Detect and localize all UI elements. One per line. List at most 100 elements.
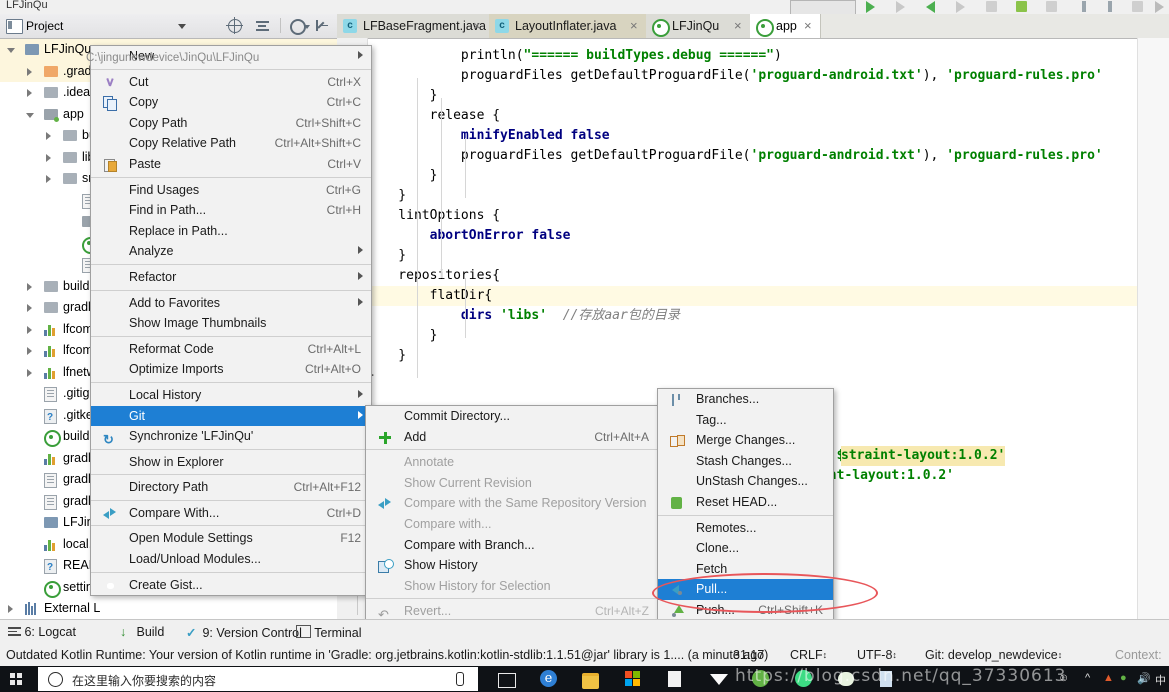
- close-icon[interactable]: ×: [473, 14, 481, 38]
- menu-item-paste[interactable]: Paste Ctrl+V: [91, 154, 371, 175]
- context-widget[interactable]: Context:: [1115, 648, 1162, 662]
- menu-item-optimizeimports[interactable]: Optimize Imports Ctrl+Alt+O: [91, 359, 371, 380]
- menu-item-loadunloadmodules[interactable]: Load/Unload Modules...: [91, 549, 371, 570]
- menu-item-copypath[interactable]: Copy Path Ctrl+Shift+C: [91, 113, 371, 134]
- volume-icon[interactable]: 🔊: [1137, 672, 1151, 685]
- chevron-down-icon[interactable]: [26, 112, 34, 122]
- collapse-all-icon[interactable]: [256, 19, 272, 33]
- menu-item-cut[interactable]: Cut Ctrl+X: [91, 72, 371, 93]
- menu-item-localhistory[interactable]: Local History: [91, 385, 371, 406]
- hide-window-icon[interactable]: [316, 19, 332, 33]
- git-branch-widget[interactable]: Git: develop_newdevice↕: [925, 648, 1062, 662]
- network-icon[interactable]: ●: [1120, 672, 1127, 684]
- menu-item-findinpath[interactable]: Find in Path... Ctrl+H: [91, 200, 371, 221]
- pin-icon[interactable]: [1082, 1, 1096, 13]
- menu-item-comparewiththesamerepositoryversion[interactable]: Compare with the Same Repository Version: [366, 493, 659, 514]
- file-explorer-icon[interactable]: [582, 670, 600, 689]
- close-icon[interactable]: ×: [734, 14, 742, 38]
- menu-item-resethead[interactable]: Reset HEAD...: [658, 492, 833, 513]
- git-submenu[interactable]: Commit Directory... Add Ctrl+Alt+A Annotate…: [365, 405, 660, 649]
- microphone-icon[interactable]: [456, 672, 464, 686]
- search-everywhere-icon[interactable]: [1155, 1, 1169, 13]
- menu-item-showcurrentrevision[interactable]: Show Current Revision: [366, 473, 659, 494]
- menu-item-showimagethumbnails[interactable]: Show Image Thumbnails: [91, 313, 371, 334]
- menu-item-analyze[interactable]: Analyze: [91, 241, 371, 262]
- taskbar-search-box[interactable]: 在这里输入你要搜索的内容: [38, 667, 478, 691]
- chevron-right-icon[interactable]: [27, 368, 32, 377]
- chevron-right-icon[interactable]: [8, 605, 13, 613]
- run-with-coverage-button[interactable]: [926, 1, 940, 13]
- menu-item-findusages[interactable]: Find Usages Ctrl+G: [91, 180, 371, 201]
- stop-button[interactable]: [986, 1, 1000, 13]
- word-icon[interactable]: [668, 670, 686, 688]
- menu-item-replaceinpath[interactable]: Replace in Path...: [91, 221, 371, 242]
- menu-item-directorypath[interactable]: Directory Path Ctrl+Alt+F12: [91, 477, 371, 498]
- antivirus-icon[interactable]: ▲: [1103, 672, 1114, 684]
- menu-item-addtofavorites[interactable]: Add to Favorites: [91, 293, 371, 314]
- chevron-right-icon[interactable]: [27, 304, 32, 312]
- chevron-right-icon[interactable]: [27, 282, 32, 291]
- caret-position[interactable]: 31:17: [733, 648, 764, 662]
- mail-icon[interactable]: [710, 670, 728, 688]
- profile-button[interactable]: [0, 1, 14, 13]
- menu-item-comparewith[interactable]: Compare with...: [366, 514, 659, 535]
- chevron-down-icon[interactable]: [7, 48, 15, 57]
- ime-icon[interactable]: 中: [1155, 672, 1166, 688]
- editor-tab-lfbasefragmentjava[interactable]: c LFBaseFragment.java ×: [337, 14, 490, 38]
- menu-item-annotate[interactable]: Annotate: [366, 452, 659, 473]
- settings-gear-icon[interactable]: [290, 19, 310, 35]
- avd-manager-button[interactable]: [1046, 1, 1060, 13]
- menu-item-mergechanges[interactable]: Merge Changes...: [658, 430, 833, 451]
- chevron-right-icon[interactable]: [27, 67, 32, 76]
- menu-item-stashchanges[interactable]: Stash Changes...: [658, 451, 833, 472]
- project-context-menu[interactable]: New Cut Ctrl+X Copy Ctrl+C Copy Path Ctrl+Shif…: [90, 45, 372, 597]
- run-configuration-selector[interactable]: [790, 0, 856, 15]
- menu-item-showhistory[interactable]: Show History: [366, 555, 659, 576]
- menu-item-git[interactable]: Git: [91, 405, 371, 427]
- close-icon[interactable]: ×: [630, 14, 638, 38]
- chevron-right-icon[interactable]: [46, 175, 51, 183]
- debug-button[interactable]: [896, 1, 910, 13]
- menu-item-reformatcode[interactable]: Reformat Code Ctrl+Alt+L: [91, 339, 371, 360]
- menu-item-comparewithbranch[interactable]: Compare with Branch...: [366, 535, 659, 556]
- menu-item-showinexplorer[interactable]: Show in Explorer: [91, 452, 371, 473]
- menu-item-synchronizelfjinqu[interactable]: ↻ Synchronize 'LFJinQu': [91, 426, 371, 447]
- menu-item-clone[interactable]: Clone...: [658, 538, 833, 559]
- start-button[interactable]: [0, 666, 32, 692]
- chevron-right-icon[interactable]: [27, 347, 32, 355]
- layout-inspector-button[interactable]: [1132, 1, 1146, 13]
- task-view-icon[interactable]: [498, 670, 516, 688]
- attach-debugger-button[interactable]: [956, 1, 970, 13]
- chevron-down-icon[interactable]: [178, 24, 186, 29]
- menu-item-branches[interactable]: Branches...: [658, 389, 833, 410]
- show-hidden-icon[interactable]: ^: [1085, 672, 1090, 684]
- menu-item-add[interactable]: Add Ctrl+Alt+A: [366, 427, 659, 448]
- editor-scrollbar[interactable]: [1137, 38, 1169, 619]
- chevron-right-icon[interactable]: [46, 153, 51, 162]
- encoding-selector[interactable]: UTF-8↕: [857, 648, 897, 662]
- menu-item-copyrelativepath[interactable]: Copy Relative Path Ctrl+Alt+Shift+C: [91, 133, 371, 154]
- editor-tab-app[interactable]: app ×: [750, 14, 821, 38]
- run-button[interactable]: [866, 1, 880, 13]
- edge-icon[interactable]: e: [540, 670, 558, 688]
- sdk-manager-button[interactable]: [1016, 1, 1030, 13]
- chevron-right-icon[interactable]: [27, 325, 32, 334]
- menu-item-remotes[interactable]: Remotes...: [658, 518, 833, 539]
- locate-icon[interactable]: [226, 17, 244, 34]
- editor-tab-layoutinflaterjava[interactable]: c LayoutInflater.java ×: [489, 14, 647, 38]
- menu-item-comparewith[interactable]: Compare With... Ctrl+D: [91, 503, 371, 524]
- chevron-right-icon[interactable]: [27, 89, 32, 97]
- toolwindow-button-9versioncontrol[interactable]: ✓ 9: Version Control: [186, 625, 302, 640]
- pin2-icon[interactable]: [1108, 1, 1122, 13]
- tree-item-externall[interactable]: External L: [0, 598, 337, 619]
- menu-item-unstashchanges[interactable]: UnStash Changes...: [658, 471, 833, 492]
- microsoft-store-icon[interactable]: [625, 670, 643, 688]
- toolwindow-button-6logcat[interactable]: 6: Logcat: [8, 625, 76, 639]
- menu-item-copy[interactable]: Copy Ctrl+C: [91, 92, 371, 113]
- line-separator[interactable]: CRLF↕: [790, 648, 827, 662]
- menu-item-tag[interactable]: Tag...: [658, 410, 833, 431]
- chevron-right-icon[interactable]: [46, 132, 51, 140]
- menu-item-refactor[interactable]: Refactor: [91, 267, 371, 288]
- close-icon[interactable]: ×: [804, 14, 812, 38]
- menu-item-creategist[interactable]: Create Gist...: [91, 575, 371, 596]
